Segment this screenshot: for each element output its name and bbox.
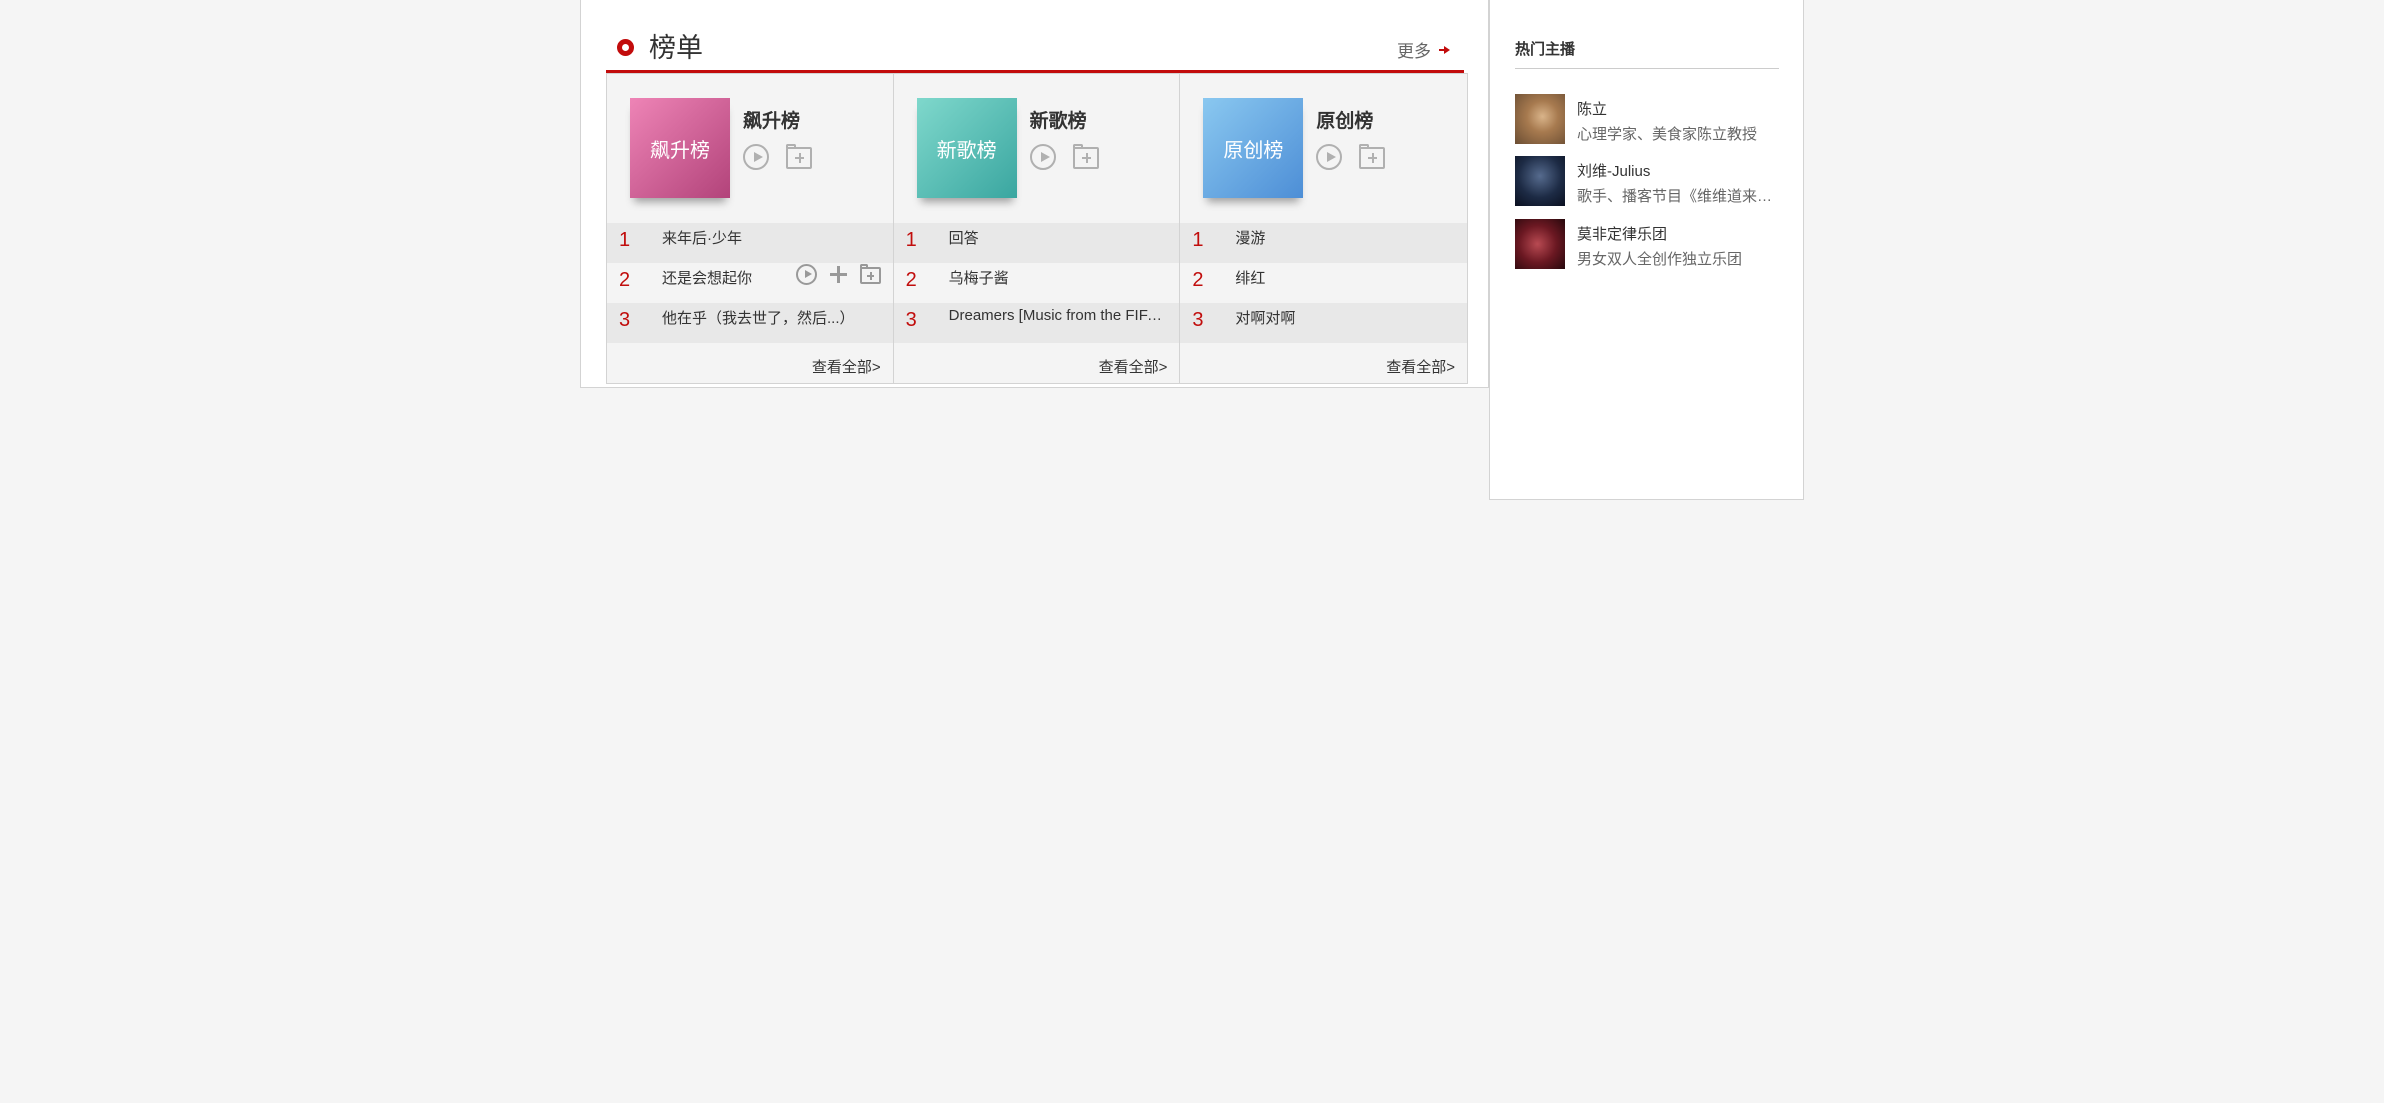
song-title[interactable]: 来年后·少年	[662, 227, 742, 248]
ranking-title: 榜单	[649, 33, 703, 63]
chart-column-original: 原创榜 原创榜 1 漫游 2 绯红 3 对啊对啊 查看全部>	[1180, 74, 1468, 383]
song-row[interactable]: 1 来年后·少年	[607, 223, 893, 263]
song-rank: 1	[1192, 229, 1204, 251]
ranking-header: 榜单 更多	[606, 22, 1464, 73]
chart-column-soaring: 飙升榜 飙升榜 1 来年后·少年 2 还是会想起你 3 他在乎（我去世了，然后.…	[607, 74, 894, 383]
song-row[interactable]: 2 绯红	[1180, 263, 1467, 303]
anchor-desc: 心理学家、美食家陈立教授	[1577, 126, 1758, 143]
add-to-folder-icon[interactable]	[1072, 144, 1099, 169]
chart-cover-label: 飙升榜	[650, 139, 710, 162]
view-all-link[interactable]: 查看全部>	[1386, 356, 1455, 377]
song-rank: 2	[1192, 269, 1204, 291]
chart-board: 飙升榜 飙升榜 1 来年后·少年 2 还是会想起你 3 他在乎（我去世了，然后.…	[606, 73, 1468, 384]
chart-name[interactable]: 原创榜	[1316, 106, 1373, 133]
chart-actions	[1029, 144, 1099, 170]
song-row-actions	[795, 264, 881, 285]
anchor-desc: 歌手、播客节目《维维道来》主理人	[1577, 188, 1777, 205]
song-list: 1 漫游 2 绯红 3 对啊对啊	[1180, 223, 1468, 343]
anchor-desc: 男女双人全创作独立乐团	[1577, 251, 1743, 268]
main-panel: 榜单 更多 飙升榜 飙升榜 1 来年后·少年 2 还是会想起你 3 他在乎（我去…	[580, 0, 1489, 388]
more-label[interactable]: 更多	[1397, 37, 1431, 62]
song-title[interactable]: Dreamers [Music from the FIFA World Cup …	[949, 307, 1171, 324]
add-to-folder-icon[interactable]	[859, 264, 881, 284]
song-row[interactable]: 3 Dreamers [Music from the FIFA World Cu…	[893, 303, 1180, 343]
song-rank: 3	[905, 309, 917, 331]
chart-column-new: 新歌榜 新歌榜 1 回答 2 乌梅子酱 3 Dreamers [Music fr…	[893, 74, 1181, 383]
song-rank: 1	[619, 229, 631, 251]
play-icon[interactable]	[1029, 144, 1056, 170]
song-row[interactable]: 2 还是会想起你	[607, 263, 893, 303]
chart-cover-new[interactable]: 新歌榜	[916, 98, 1017, 198]
song-row[interactable]: 1 回答	[893, 223, 1180, 263]
play-icon[interactable]	[1316, 144, 1343, 170]
chart-actions	[743, 144, 812, 170]
song-title[interactable]: 回答	[949, 227, 979, 248]
more-link[interactable]: 更多	[1397, 37, 1450, 62]
song-title[interactable]: 还是会想起你	[662, 267, 752, 288]
song-row[interactable]: 2 乌梅子酱	[894, 263, 1180, 303]
anchor-item[interactable]: 莫非定律乐团 男女双人全创作独立乐团	[1515, 219, 1785, 271]
song-rank: 3	[619, 309, 631, 331]
add-icon[interactable]	[829, 266, 847, 283]
song-title[interactable]: 乌梅子酱	[949, 267, 1009, 288]
song-rank: 1	[905, 229, 917, 251]
circle-icon	[617, 39, 634, 56]
song-list: 1 来年后·少年 2 还是会想起你 3 他在乎（我去世了，然后...）	[607, 223, 893, 343]
view-all-link[interactable]: 查看全部>	[812, 356, 881, 377]
add-to-folder-icon[interactable]	[786, 144, 812, 169]
song-title[interactable]: 漫游	[1235, 227, 1265, 248]
play-icon[interactable]	[795, 264, 817, 285]
side-panel: 热门主播 陈立 心理学家、美食家陈立教授 刘维-Julius 歌手、播客节目《维…	[1489, 0, 1804, 500]
chart-cover-soaring[interactable]: 飙升榜	[630, 98, 730, 198]
chart-cover-label: 原创榜	[1223, 139, 1284, 162]
song-rank: 3	[1192, 309, 1204, 331]
avatar[interactable]	[1515, 219, 1565, 269]
song-title[interactable]: 他在乎（我去世了，然后...）	[662, 307, 855, 328]
chart-cover-label: 新歌榜	[936, 139, 997, 162]
anchor-name[interactable]: 莫非定律乐团	[1577, 223, 1667, 244]
hot-anchors-title: 热门主播	[1515, 41, 1576, 58]
song-title[interactable]: 对啊对啊	[1235, 307, 1295, 328]
song-title[interactable]: 绯红	[1235, 267, 1265, 288]
avatar[interactable]	[1515, 94, 1565, 144]
anchor-item[interactable]: 陈立 心理学家、美食家陈立教授	[1515, 94, 1785, 146]
chart-name[interactable]: 新歌榜	[1030, 106, 1087, 133]
add-to-folder-icon[interactable]	[1359, 144, 1386, 169]
song-row[interactable]: 3 他在乎（我去世了，然后...）	[607, 303, 893, 343]
song-row[interactable]: 3 对啊对啊	[1180, 303, 1468, 343]
divider	[1515, 68, 1779, 69]
anchor-name[interactable]: 刘维-Julius	[1577, 160, 1650, 181]
anchor-name[interactable]: 陈立	[1577, 98, 1607, 119]
song-list: 1 回答 2 乌梅子酱 3 Dreamers [Music from the F…	[893, 223, 1180, 343]
anchor-item[interactable]: 刘维-Julius 歌手、播客节目《维维道来》主理人	[1515, 156, 1785, 208]
view-all-link[interactable]: 查看全部>	[1099, 356, 1168, 377]
song-row[interactable]: 1 漫游	[1180, 223, 1468, 263]
arrow-right-icon	[1439, 44, 1450, 55]
song-rank: 2	[905, 269, 917, 291]
song-rank: 2	[619, 269, 631, 291]
chart-actions	[1316, 144, 1386, 170]
avatar[interactable]	[1515, 156, 1565, 206]
chart-cover-original[interactable]: 原创榜	[1203, 98, 1304, 198]
play-icon[interactable]	[743, 144, 769, 170]
chart-name[interactable]: 飙升榜	[743, 106, 800, 133]
